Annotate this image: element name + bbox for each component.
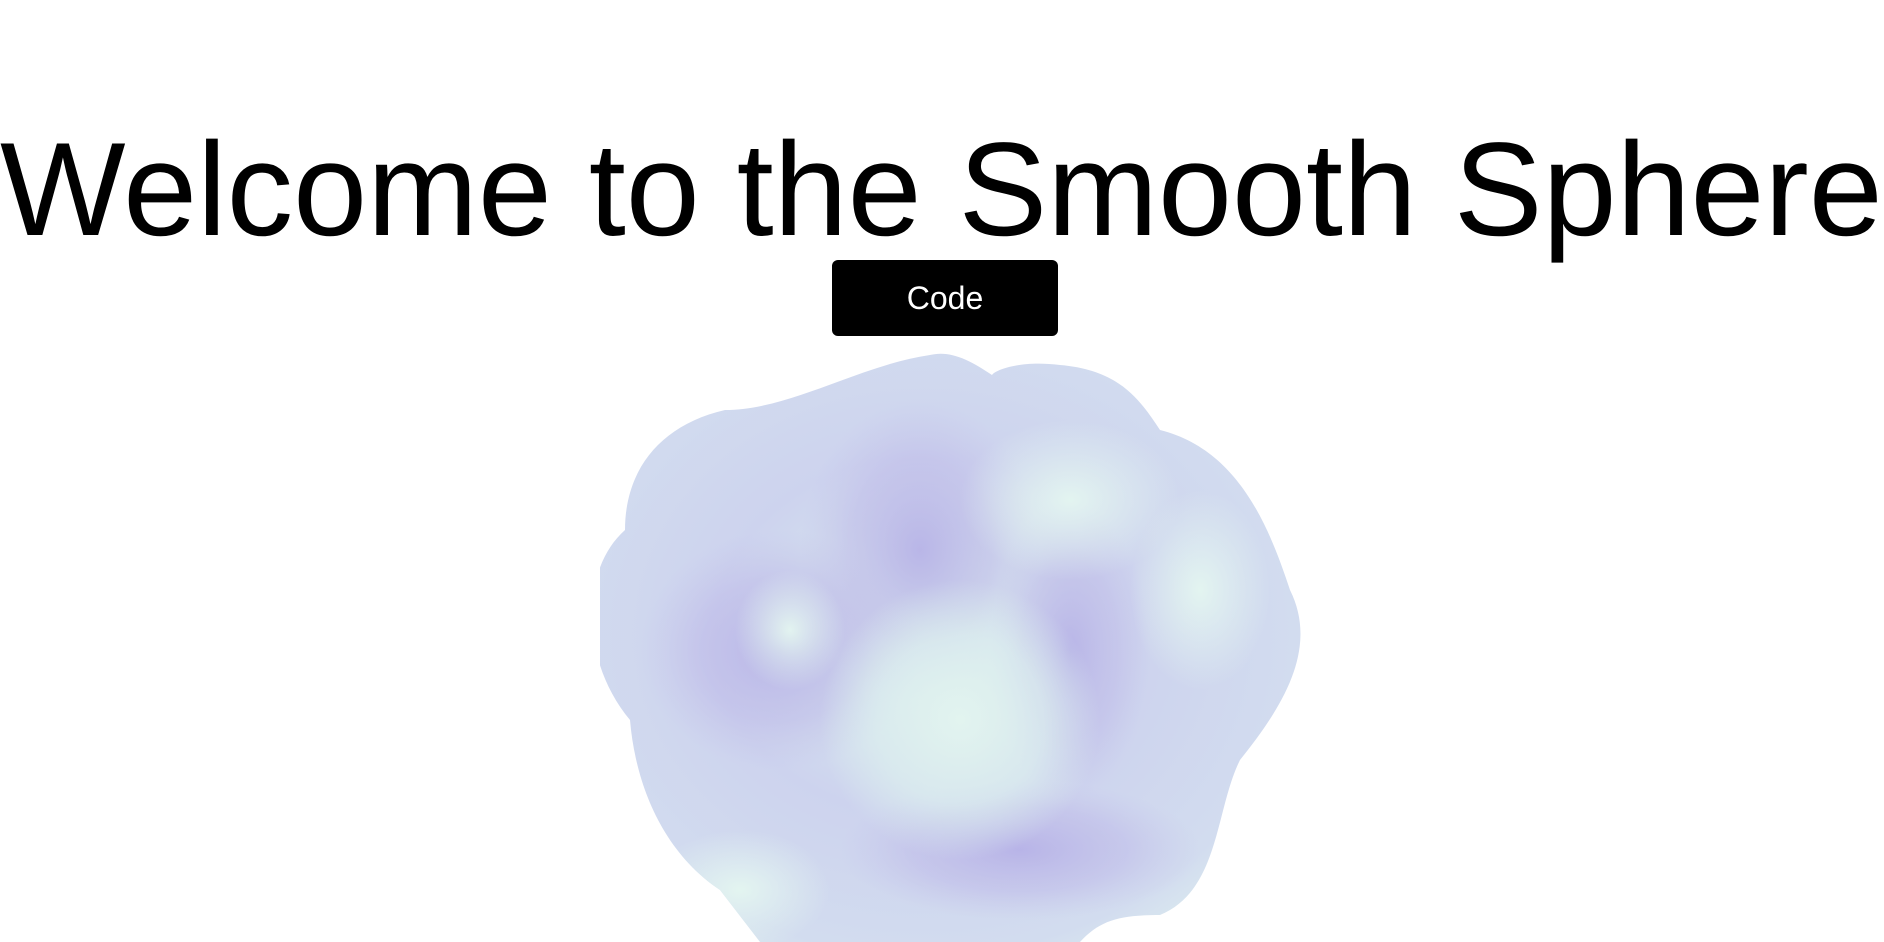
page-root: Welcome to the Smooth Sphere's Code (0, 0, 1884, 942)
smooth-sphere-canvas (600, 353, 1301, 942)
code-button[interactable]: Code (832, 260, 1058, 336)
page-title: Welcome to the Smooth Sphere's (0, 116, 1884, 264)
